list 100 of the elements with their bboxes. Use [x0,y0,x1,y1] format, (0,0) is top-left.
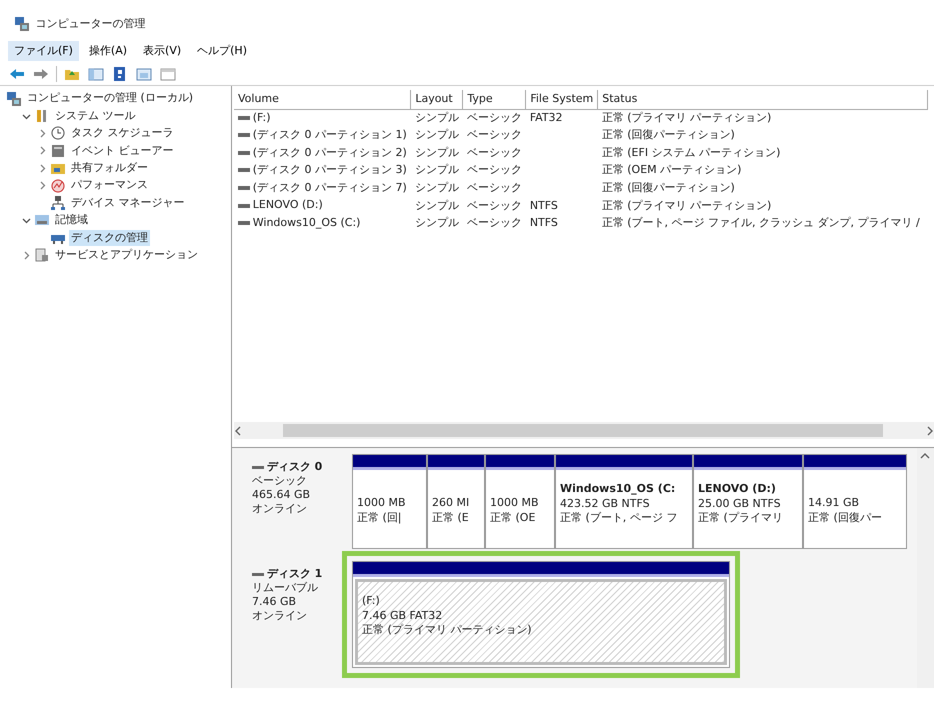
disk-info: オンライン [252,502,308,516]
table-cell: 正常 (OEM パーティション) [602,163,742,176]
scroll-right-icon[interactable] [926,426,934,436]
disk-info: 7.46 GB [252,594,298,609]
collapsed-chevron-icon[interactable] [38,128,47,138]
tree-item[interactable]: ディスクの管理 [69,230,150,246]
table-cell: ベーシック [466,128,522,142]
volume-icon [238,167,250,174]
tree-item[interactable]: イベント ビューアー [69,142,176,160]
table-cell: NTFS [530,216,558,230]
tree-item[interactable]: 共有フォルダー [69,160,150,176]
scrollbar-thumb[interactable] [283,424,883,438]
scroll-up-icon[interactable] [920,452,930,460]
table-cell-text: LENOVO (D:) [252,197,323,214]
partition-text: 14.91 GB [808,496,860,510]
column-header[interactable]: Status [598,90,928,109]
partition-text: 正常 (プライマリ [698,510,783,524]
collapsed-chevron-icon[interactable] [38,181,47,190]
table-cell: ベーシック [466,198,522,212]
partition-block[interactable]: Windows10_OS (C: 423.52 GB NTFS 正常 (ブート, ページ フ [555,454,693,550]
table-cell: 正常 (プライマリ パーティション) [602,198,772,212]
disk-name[interactable]: ディスク 1 [266,567,322,582]
table-cell: ベーシック [466,110,522,124]
device-tree-icon [50,195,66,212]
table-cell-text: Windows10_OS (C:) [252,214,360,231]
volume-icon [238,202,250,209]
table-cell: FAT32 [530,110,563,124]
clock-icon [50,125,66,142]
table-cell-text: (ディスク 0 パーティション 3) [252,162,407,178]
partition-text: 正常 (回| [357,510,402,524]
collapsed-chevron-icon[interactable] [38,164,47,173]
table-cell-text: (ディスク 0 パーティション 7) [252,180,407,196]
tree-item[interactable]: システム ツール [53,108,138,124]
column-header[interactable]: File System [526,90,598,109]
volume-icon [238,150,250,156]
partition-block[interactable]: (F:) 7.46 GB FAT32 正常 (プライマリ パーティション) [352,561,730,668]
table-cell: NTFS [530,198,558,212]
tree-item[interactable]: タスク スケジューラ [69,125,176,142]
scroll-left-icon[interactable] [234,426,242,436]
table-cell: 正常 (ブート, ページ ファイル, クラッシュ ダンプ, プライマリ / [602,216,920,230]
column-header[interactable]: Layout [410,90,463,109]
partition-block[interactable]: 1000 MB 正常 (回| [352,454,427,550]
table-cell-text: (F:) [252,110,271,126]
table-cell: 正常 (EFI システム パーティション) [602,146,780,159]
volume-icon [238,132,250,138]
partition-text: 260 MI [432,496,470,510]
partition-text: 正常 (E [432,510,469,524]
services-icon [34,247,50,264]
menu-item[interactable]: ファイル(F) [8,40,79,62]
partition-block[interactable]: 260 MI 正常 (E [427,454,485,550]
volume-icon [238,114,250,121]
tree-item[interactable]: デバイス マネージャー [69,194,186,212]
tree-item[interactable]: 記憶域 [53,212,90,229]
table-cell: ベーシック [466,163,522,176]
column-header[interactable]: Volume [234,90,411,109]
menu-item[interactable]: 操作(A) [82,40,134,62]
table-cell: ベーシック [466,216,522,230]
partition-block[interactable]: 1000 MB 正常 (OE [485,454,555,550]
horizontal-scrollbar[interactable] [234,422,934,440]
partition-header-bar [486,455,554,470]
partition-header-bar [428,455,484,470]
expanded-chevron-icon[interactable] [22,112,31,121]
partition-text: 正常 (回復パー [808,510,882,524]
computer-management-icon [14,16,30,32]
tree-item[interactable]: サービスとアプリケーション [53,246,200,264]
log-icon [50,142,66,159]
tree-item[interactable]: パフォーマンス [69,177,150,194]
column-header[interactable]: Type [462,90,526,109]
disk-info: リムーバブル [252,581,319,595]
expanded-chevron-icon[interactable] [22,216,31,225]
partition-block[interactable]: LENOVO (D:) 25.00 GB NTFS 正常 (プライマリ [693,454,803,550]
table-cell: シンプル [414,216,459,230]
table-cell: 正常 (回復パーティション) [602,128,735,142]
vertical-scrollbar[interactable] [917,448,934,688]
volume-icon [238,220,250,226]
collapsed-chevron-icon[interactable] [22,250,31,260]
partition-text: 7.46 GB FAT32 [362,608,442,622]
table-cell: シンプル [414,128,459,142]
disk-info: 465.64 GB [252,488,312,502]
table-cell: 正常 (回復パーティション) [602,180,735,194]
partition-text: 正常 (ブート, ページ フ [560,510,678,524]
table-cell: シンプル [414,146,459,159]
partition-block[interactable]: 14.91 GB 正常 (回復パー [803,454,907,550]
menu-item[interactable]: ヘルプ(H) [191,40,253,62]
table-cell: ベーシック [466,146,522,159]
partition-text: 1000 MB [490,496,539,510]
partition-text: 1000 MB [357,496,406,510]
tree-item[interactable]: コンピューターの管理 (ローカル) [25,90,196,107]
partition-text: 25.00 GB NTFS [698,496,781,510]
table-cell: ベーシック [466,180,522,194]
disk-info: ベーシック [252,474,308,488]
gauge-icon [50,178,66,194]
partition-text: 正常 (OE [490,510,536,524]
collapsed-chevron-icon[interactable] [38,146,47,156]
computer-management-icon [6,90,22,107]
disk-name[interactable]: ディスク 0 [266,460,322,474]
window-title: コンピューターの管理 [36,16,146,32]
volume-icon [238,185,250,192]
disk-info: オンライン [252,608,308,622]
menu-item[interactable]: 表示(V) [137,40,188,62]
